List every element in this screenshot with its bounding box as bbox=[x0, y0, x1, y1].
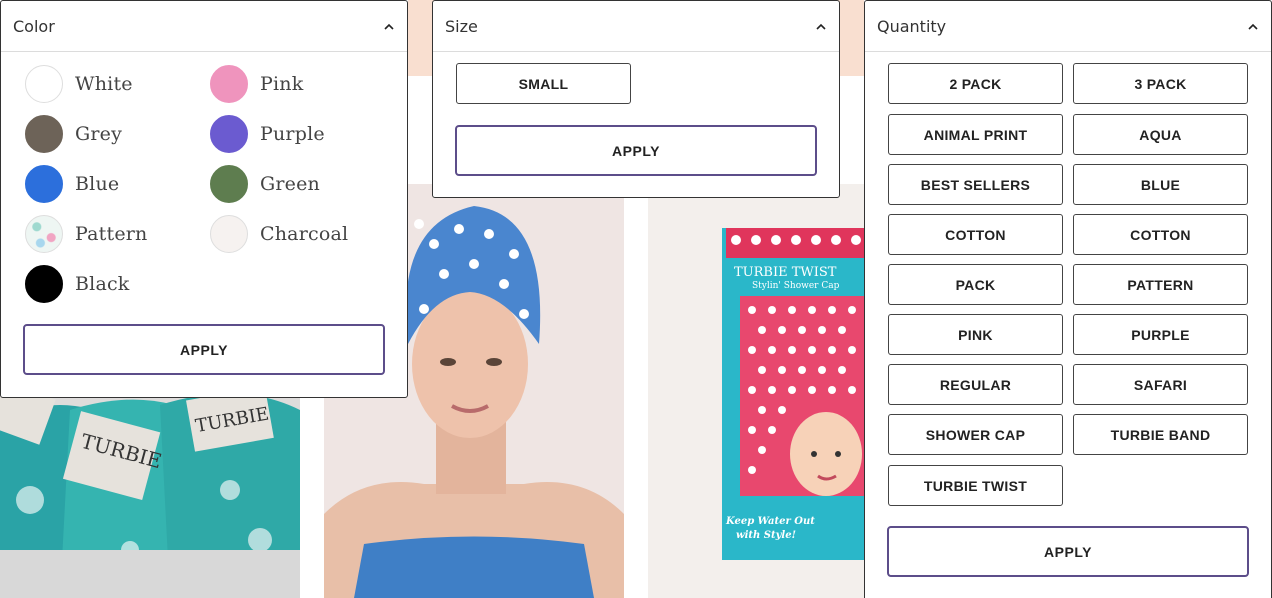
color-option-label: Blue bbox=[75, 173, 120, 195]
quantity-option-best-sellers[interactable]: BEST SELLERS bbox=[888, 164, 1063, 205]
size-filter-header[interactable]: Size bbox=[433, 1, 839, 52]
chevron-up-icon[interactable] bbox=[815, 20, 827, 32]
color-option-label: Purple bbox=[260, 123, 325, 145]
color-option-purple[interactable]: Purple bbox=[210, 115, 325, 153]
color-option-charcoal[interactable]: Charcoal bbox=[210, 215, 348, 253]
quantity-apply-button[interactable]: APPLY bbox=[887, 526, 1249, 577]
color-filter-panel: Color White Pink Grey Purple Blue Green … bbox=[0, 0, 408, 398]
quantity-option-aqua[interactable]: AQUA bbox=[1073, 114, 1248, 155]
product-image-shower-cap[interactable]: TURBIE TWIST Stylin' Shower Cap Keep Wat… bbox=[648, 184, 864, 598]
color-option-pink[interactable]: Pink bbox=[210, 65, 303, 103]
quantity-option-turbie-twist[interactable]: TURBIE TWIST bbox=[888, 465, 1063, 506]
color-option-blue[interactable]: Blue bbox=[25, 165, 119, 203]
quantity-option-safari[interactable]: SAFARI bbox=[1073, 364, 1248, 405]
towels-illustration: TURBIE TURBIE bbox=[0, 380, 300, 598]
quantity-option-pink[interactable]: PINK bbox=[888, 314, 1063, 355]
purple-swatch bbox=[210, 115, 248, 153]
color-filter-title: Color bbox=[13, 16, 55, 36]
charcoal-swatch bbox=[210, 215, 248, 253]
color-option-green[interactable]: Green bbox=[210, 165, 320, 203]
color-option-label: Grey bbox=[75, 123, 123, 145]
quantity-option-pattern[interactable]: PATTERN bbox=[1073, 264, 1248, 305]
color-option-label: White bbox=[75, 73, 133, 95]
color-option-black[interactable]: Black bbox=[25, 265, 130, 303]
color-option-label: Black bbox=[75, 273, 130, 295]
chevron-up-icon[interactable] bbox=[383, 20, 395, 32]
quantity-option-animal-print[interactable]: ANIMAL PRINT bbox=[888, 114, 1063, 155]
quantity-option-shower-cap[interactable]: SHOWER CAP bbox=[888, 414, 1063, 455]
quantity-filter-title: Quantity bbox=[877, 16, 947, 36]
chevron-up-icon[interactable] bbox=[1247, 20, 1259, 32]
color-apply-button[interactable]: APPLY bbox=[23, 324, 385, 375]
size-apply-button[interactable]: APPLY bbox=[455, 125, 817, 176]
pattern-swatch bbox=[25, 215, 63, 253]
color-option-label: Pink bbox=[260, 73, 304, 95]
quantity-filter-panel: Quantity 2 PACK 3 PACK ANIMAL PRINT AQUA… bbox=[864, 0, 1272, 598]
quantity-option-blue[interactable]: BLUE bbox=[1073, 164, 1248, 205]
quantity-option-turbie-band[interactable]: TURBIE BAND bbox=[1073, 414, 1248, 455]
quantity-option-purple[interactable]: PURPLE bbox=[1073, 314, 1248, 355]
pink-swatch bbox=[210, 65, 248, 103]
svg-text:with Style!: with Style! bbox=[736, 530, 796, 541]
size-filter-panel: Size SMALL APPLY bbox=[432, 0, 840, 198]
color-filter-header[interactable]: Color bbox=[1, 1, 407, 52]
size-filter-title: Size bbox=[445, 16, 478, 36]
quantity-option-pack[interactable]: PACK bbox=[888, 264, 1063, 305]
white-swatch bbox=[25, 65, 63, 103]
green-swatch bbox=[210, 165, 248, 203]
quantity-option-3-pack[interactable]: 3 PACK bbox=[1073, 63, 1248, 104]
size-option-small[interactable]: SMALL bbox=[456, 63, 631, 104]
product-image-towels[interactable]: TURBIE TURBIE bbox=[0, 380, 300, 598]
grey-swatch bbox=[25, 115, 63, 153]
quantity-option-regular[interactable]: REGULAR bbox=[888, 364, 1063, 405]
color-option-white[interactable]: White bbox=[25, 65, 133, 103]
quantity-option-2-pack[interactable]: 2 PACK bbox=[888, 63, 1063, 104]
color-option-label: Green bbox=[260, 173, 320, 195]
svg-text:Keep Water Out: Keep Water Out bbox=[725, 516, 815, 527]
color-option-grey[interactable]: Grey bbox=[25, 115, 122, 153]
color-option-pattern[interactable]: Pattern bbox=[25, 215, 148, 253]
quantity-option-cotton[interactable]: COTTON bbox=[888, 214, 1063, 255]
blue-swatch bbox=[25, 165, 63, 203]
cap-box-subtitle: Stylin' Shower Cap bbox=[752, 281, 840, 291]
shower-cap-box-illustration: TURBIE TWIST Stylin' Shower Cap Keep Wat… bbox=[648, 184, 864, 598]
quantity-option-cotton-2[interactable]: COTTON bbox=[1073, 214, 1248, 255]
cap-box-brand: TURBIE TWIST bbox=[734, 265, 837, 280]
black-swatch bbox=[25, 265, 63, 303]
quantity-filter-header[interactable]: Quantity bbox=[865, 1, 1271, 52]
color-option-label: Charcoal bbox=[260, 223, 349, 245]
color-option-label: Pattern bbox=[75, 223, 148, 245]
